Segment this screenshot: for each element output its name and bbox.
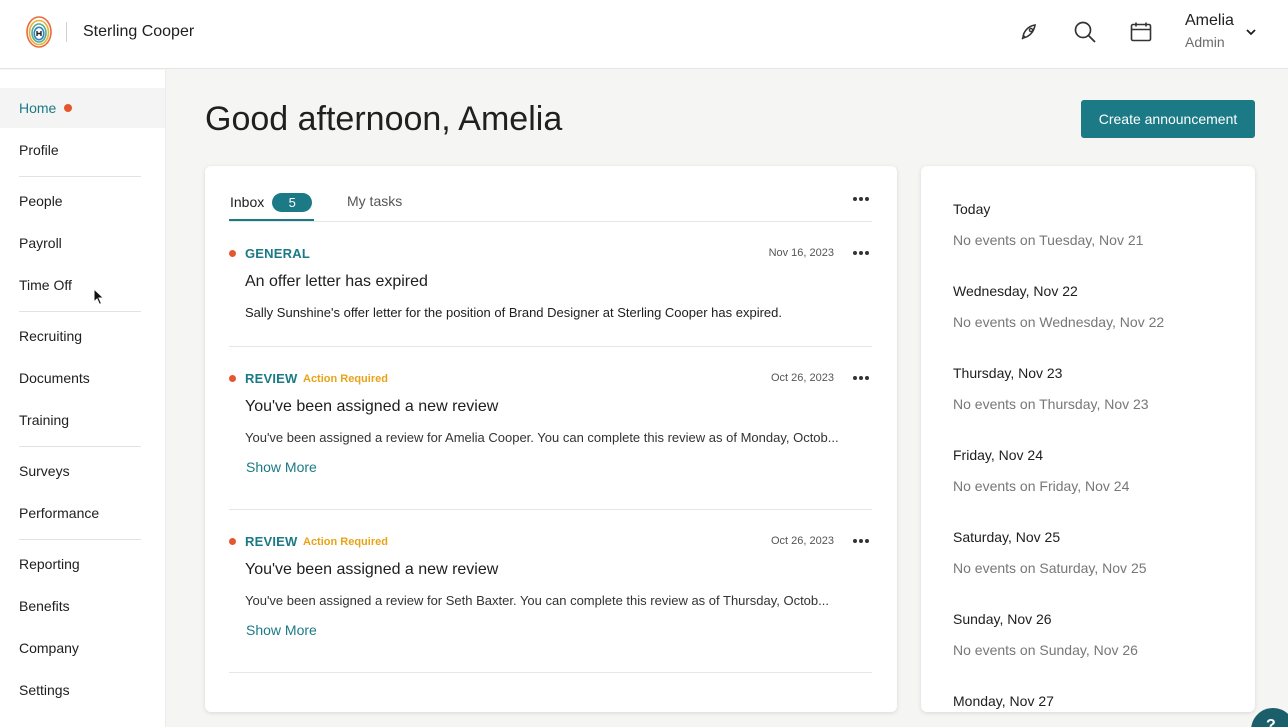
item-title: An offer letter has expired — [245, 273, 428, 290]
item-divider — [229, 509, 872, 510]
logo-icon[interactable] — [26, 16, 52, 48]
help-icon[interactable]: ? — [1251, 708, 1288, 727]
item-date: Oct 26, 2023 — [771, 372, 834, 384]
calendar-day: Today — [953, 201, 991, 217]
sidebar-item-home[interactable]: Home — [0, 88, 165, 128]
calendar-day: Sunday, Nov 26 — [953, 611, 1052, 627]
item-description: Sally Sunshine's offer letter for the po… — [245, 305, 782, 320]
sidebar-item-label: Home — [19, 100, 57, 116]
sidebar-item-label: Training — [19, 412, 70, 428]
sidebar-item-label: Documents — [19, 370, 90, 386]
sidebar-item-performance[interactable]: Performance — [0, 493, 165, 533]
page-title: Good afternoon, Amelia — [205, 100, 563, 138]
sidebar-item-surveys[interactable]: Surveys — [0, 451, 165, 491]
more-icon[interactable] — [853, 538, 873, 546]
calendar-day: Wednesday, Nov 22 — [953, 283, 1078, 299]
chevron-down-icon[interactable] — [1245, 26, 1257, 38]
sidebar-item-label: Time Off — [19, 277, 72, 293]
item-description: You've been assigned a review for Amelia… — [245, 430, 839, 445]
sidebar-item-label: Settings — [19, 682, 70, 698]
item-divider — [229, 346, 872, 347]
action-required-badge: Action Required — [303, 373, 388, 385]
show-more-link[interactable]: Show More — [246, 622, 317, 638]
top-header: Sterling Cooper Amelia Admin — [0, 0, 1288, 69]
sidebar-item-company[interactable]: Company — [0, 628, 165, 668]
more-icon[interactable] — [853, 196, 873, 204]
mouse-cursor-icon — [93, 288, 105, 306]
sidebar-divider — [19, 176, 141, 177]
sidebar-item-label: Company — [19, 640, 79, 656]
tab-my-tasks[interactable]: My tasks — [347, 193, 402, 209]
calendar-icon[interactable] — [1129, 20, 1153, 44]
sidebar-item-label: Surveys — [19, 463, 70, 479]
sidebar-item-payroll[interactable]: Payroll — [0, 223, 165, 263]
tabs-divider — [229, 221, 872, 222]
search-icon[interactable] — [1073, 20, 1097, 44]
sidebar-divider — [19, 311, 141, 312]
inbox-panel: Inbox 5 My tasks GENERAL Nov 16, 2023 An … — [205, 166, 897, 712]
company-name: Sterling Cooper — [83, 23, 195, 40]
calendar-panel: Today No events on Tuesday, Nov 21 Wedne… — [921, 166, 1255, 712]
item-title: You've been assigned a new review — [245, 398, 499, 415]
sidebar-item-benefits[interactable]: Benefits — [0, 586, 165, 626]
sidebar-item-time-off[interactable]: Time Off — [0, 265, 165, 305]
more-icon[interactable] — [853, 375, 873, 383]
sidebar: Home Profile People Payroll Time Off Rec… — [0, 70, 166, 727]
calendar-empty-state: No events on Friday, Nov 24 — [953, 478, 1130, 494]
sidebar-item-settings[interactable]: Settings — [0, 670, 165, 710]
inbox-count-badge: 5 — [272, 193, 313, 212]
header-divider — [66, 22, 67, 42]
calendar-empty-state: No events on Saturday, Nov 25 — [953, 560, 1147, 576]
calendar-empty-state: No events on Sunday, Nov 26 — [953, 642, 1138, 658]
sidebar-item-label: Performance — [19, 505, 100, 521]
sidebar-item-label: Reporting — [19, 556, 80, 572]
calendar-day: Saturday, Nov 25 — [953, 529, 1061, 545]
sidebar-item-label: People — [19, 193, 63, 209]
sidebar-item-reporting[interactable]: Reporting — [0, 544, 165, 584]
calendar-day: Friday, Nov 24 — [953, 447, 1043, 463]
sidebar-item-people[interactable]: People — [0, 181, 165, 221]
calendar-empty-state: No events on Wednesday, Nov 22 — [953, 314, 1165, 330]
calendar-empty-state: No events on Thursday, Nov 23 — [953, 396, 1149, 412]
user-menu[interactable]: Amelia Admin — [1185, 12, 1234, 50]
sidebar-item-training[interactable]: Training — [0, 400, 165, 440]
item-date: Oct 26, 2023 — [771, 535, 834, 547]
notification-dot — [64, 104, 73, 112]
calendar-empty-state: No events on Tuesday, Nov 21 — [953, 232, 1144, 248]
item-category: REVIEW — [245, 371, 298, 386]
item-divider — [229, 672, 872, 673]
sidebar-item-label: Recruiting — [19, 328, 83, 344]
action-required-badge: Action Required — [303, 536, 388, 548]
sidebar-item-profile[interactable]: Profile — [0, 130, 165, 170]
sidebar-item-label: Payroll — [19, 235, 62, 251]
sidebar-item-recruiting[interactable]: Recruiting — [0, 316, 165, 356]
user-name: Amelia — [1185, 12, 1234, 29]
rocket-icon[interactable] — [1017, 20, 1041, 44]
sidebar-item-label: Benefits — [19, 598, 70, 614]
unread-dot — [229, 375, 236, 382]
show-more-link[interactable]: Show More — [246, 459, 317, 475]
item-title: You've been assigned a new review — [245, 561, 499, 578]
item-category: GENERAL — [245, 246, 310, 261]
unread-dot — [229, 250, 236, 257]
tab-inbox[interactable]: Inbox 5 — [230, 193, 313, 212]
sidebar-divider — [19, 539, 141, 540]
create-announcement-button[interactable]: Create announcement — [1081, 100, 1255, 138]
more-icon[interactable] — [853, 250, 873, 258]
calendar-day: Monday, Nov 27 — [953, 693, 1054, 709]
user-role: Admin — [1185, 34, 1225, 50]
calendar-day: Thursday, Nov 23 — [953, 365, 1063, 381]
item-date: Nov 16, 2023 — [768, 247, 834, 259]
item-category: REVIEW — [245, 534, 298, 549]
unread-dot — [229, 538, 236, 545]
sidebar-item-documents[interactable]: Documents — [0, 358, 165, 398]
sidebar-divider — [19, 446, 141, 447]
item-description: You've been assigned a review for Seth B… — [245, 593, 829, 608]
sidebar-item-label: Profile — [19, 142, 59, 158]
tab-inbox-label: Inbox — [230, 194, 265, 210]
